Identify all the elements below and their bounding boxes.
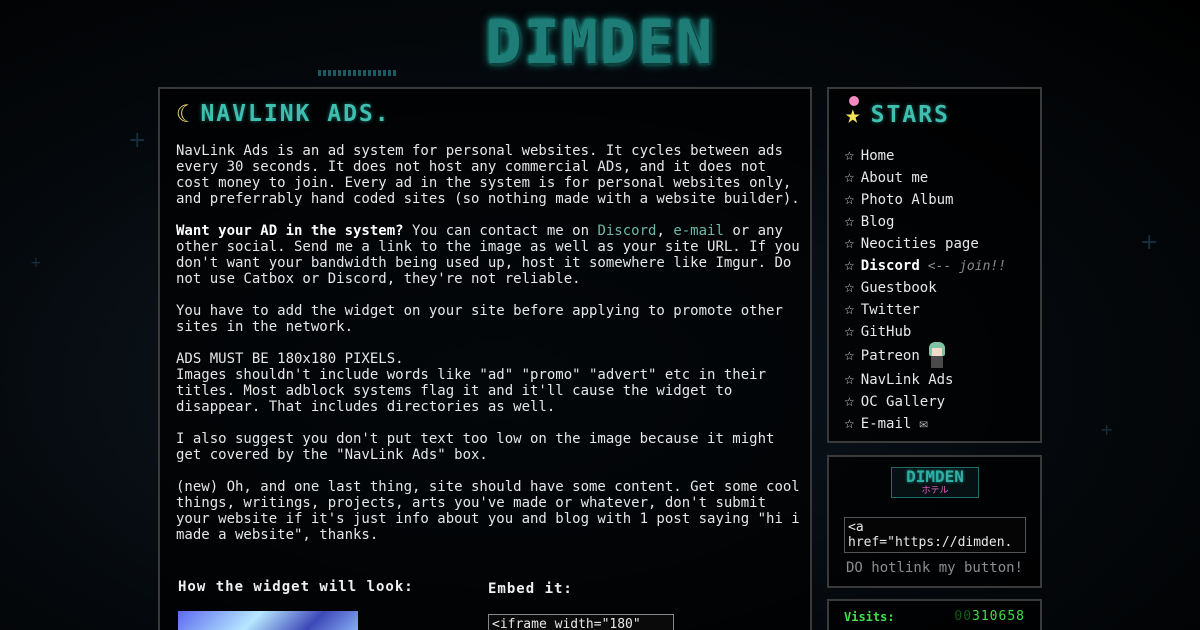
visits-counter: 00310658	[954, 609, 1025, 624]
button-code-field[interactable]: <a href="https://dimden.	[844, 517, 1026, 553]
email-link[interactable]: e-mail	[673, 223, 724, 239]
content-requirement-paragraph: (new) Oh, and one last thing, site shoul…	[176, 479, 809, 543]
embed-code-field[interactable]: <iframe width="180"	[488, 614, 674, 630]
visits-label: Visits:	[844, 610, 895, 624]
page-title: NAVLINK ADS.	[200, 101, 391, 127]
visits-counter-padding: 00	[954, 609, 973, 624]
site-button-image[interactable]: DIMDEN ホテル	[891, 467, 979, 498]
background-plus-decoration: +	[1100, 420, 1114, 439]
nav-item-label: OC Gallery	[860, 394, 946, 410]
nav-item-label: Guestbook	[860, 280, 937, 296]
site-logo[interactable]: DIMDEN	[455, 8, 745, 78]
nav-item-navlink-ads[interactable]: ☆ NavLink Ads	[844, 369, 1006, 391]
ad-rules-paragraph: ADS MUST BE 180x180 PIXELS. Images shoul…	[176, 351, 767, 415]
kirby-icon	[849, 96, 859, 106]
widget-requirement-paragraph: You have to add the widget on your site …	[176, 303, 792, 335]
nav-item-label: Patreon	[860, 348, 920, 364]
contact-question: Want your AD in the system?	[176, 223, 404, 239]
main-content-panel: ☾ NAVLINK ADS. NavLink Ads is an ad syst…	[158, 87, 812, 630]
pixel-girl-icon	[926, 342, 948, 370]
star-outline-icon: ☆	[844, 237, 855, 251]
star-outline-icon: ☆	[844, 417, 855, 431]
nav-item-label: Twitter	[860, 302, 920, 318]
nav-item-oc-gallery[interactable]: ☆ OC Gallery	[844, 391, 1006, 413]
star-outline-icon: ☆	[844, 171, 855, 185]
star-outline-icon: ☆	[844, 193, 855, 207]
discord-join-note: <-- join!!	[927, 258, 1007, 274]
text-placement-paragraph: I also suggest you don't put text too lo…	[176, 431, 783, 463]
discord-link[interactable]: Discord	[597, 223, 656, 239]
nav-item-blog[interactable]: ☆ Blog	[844, 211, 1006, 233]
page-title-row: ☾ NAVLINK ADS.	[176, 100, 391, 128]
nav-item-neocities[interactable]: ☆ Neocities page	[844, 233, 1006, 255]
nav-item-twitter[interactable]: ☆ Twitter	[844, 299, 1006, 321]
stars-title-row: ★ STARS	[845, 96, 950, 130]
stars-title: STARS	[870, 102, 950, 128]
stars-nav-panel: ★ STARS ☆ Home ☆ About me ☆ Photo Album ☆ Bl…	[827, 87, 1042, 443]
nav-item-github[interactable]: ☆ GitHub	[844, 321, 1006, 343]
hotlink-note: DO hotlink my button!	[845, 560, 1023, 576]
nav-item-label: Photo Album	[860, 192, 954, 208]
visits-panel: Visits: 00310658	[827, 599, 1042, 630]
moon-icon: ☾	[176, 100, 191, 128]
contact-comma: ,	[656, 223, 674, 239]
nav-list: ☆ Home ☆ About me ☆ Photo Album ☆ Blog ☆ Neoc…	[844, 145, 1006, 435]
background-plus-decoration: +	[128, 128, 147, 153]
nav-item-guestbook[interactable]: ☆ Guestbook	[844, 277, 1006, 299]
background-plus-decoration: +	[30, 255, 42, 271]
background-plus-decoration: +	[1140, 230, 1159, 255]
visits-counter-value: 310658	[972, 609, 1025, 624]
widget-preview-image	[178, 611, 358, 630]
star-outline-icon: ☆	[844, 395, 855, 409]
nav-item-label: Neocities page	[860, 236, 979, 252]
nav-item-photo-album[interactable]: ☆ Photo Album	[844, 189, 1006, 211]
star-outline-icon: ☆	[844, 149, 855, 163]
star-outline-icon: ☆	[844, 215, 855, 229]
nav-item-about[interactable]: ☆ About me	[844, 167, 1006, 189]
star-outline-icon: ☆	[844, 303, 855, 317]
contact-paragraph: Want your AD in the system? You can cont…	[176, 223, 806, 287]
star-outline-icon: ☆	[844, 373, 855, 387]
nav-item-label: Home	[860, 148, 895, 164]
star-outline-icon: ☆	[844, 325, 855, 339]
widget-preview-heading: How the widget will look:	[178, 579, 414, 595]
site-button-title: DIMDEN	[906, 467, 964, 486]
nav-item-patreon[interactable]: ☆ Patreon	[844, 342, 1006, 370]
intro-paragraph: NavLink Ads is an ad system for personal…	[176, 143, 800, 207]
star-outline-icon: ☆	[844, 259, 855, 273]
star-icon: ★	[845, 96, 861, 130]
site-button-panel: DIMDEN ホテル <a href="https://dimden. DO h…	[827, 455, 1042, 588]
logo-dots-decoration	[318, 70, 398, 76]
nav-item-label: GitHub	[860, 324, 912, 340]
nav-item-label: E-mail	[860, 416, 912, 432]
envelope-icon: ✉	[919, 416, 928, 432]
nav-item-email[interactable]: ☆ E-mail ✉	[844, 413, 1006, 435]
nav-item-label: Blog	[860, 214, 895, 230]
contact-text-a: You can contact me on	[403, 223, 598, 239]
nav-item-label: About me	[860, 170, 929, 186]
star-outline-icon: ☆	[844, 349, 855, 363]
nav-item-label: Discord	[860, 258, 920, 274]
embed-heading: Embed it:	[488, 581, 573, 597]
button-code-text: <a href="https://dimden.	[848, 520, 1013, 550]
nav-item-home[interactable]: ☆ Home	[844, 145, 1006, 167]
nav-item-label: NavLink Ads	[860, 372, 954, 388]
nav-item-discord[interactable]: ☆ Discord <-- join!!	[844, 255, 1006, 277]
site-button-subtitle: ホテル	[921, 486, 949, 496]
site-logo-text: DIMDEN	[485, 8, 715, 78]
star-outline-icon: ☆	[844, 281, 855, 295]
